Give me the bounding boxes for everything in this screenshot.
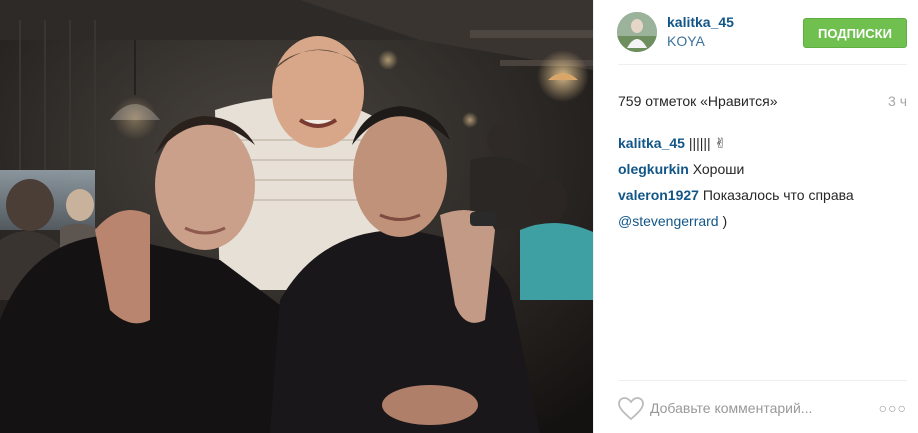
comment-text: Показалось что справа (702, 187, 854, 203)
avatar[interactable] (617, 12, 657, 52)
post-photo[interactable] (0, 0, 593, 433)
comment-item: olegkurkin Хороши (618, 156, 907, 182)
header-divider (618, 64, 907, 65)
comments-list: kalitka_45 |||||| ✌ olegkurkin Хороши va… (618, 130, 907, 234)
footer-divider (618, 380, 907, 381)
post-view: kalitka_45 KOYA ПОДПИСКИ 759 отметок «Нр… (0, 0, 918, 433)
likes-row: 759 отметок «Нравится» 3 ч (618, 93, 907, 109)
caption: kalitka_45 |||||| ✌ (618, 130, 907, 156)
add-comment-input[interactable]: Добавьте комментарий... (650, 400, 812, 416)
photo-illustration (0, 0, 593, 433)
more-options-icon[interactable]: ○○○ (879, 400, 907, 416)
comment-text: |||||| ✌ (688, 135, 727, 151)
comment-item: valeron1927 Показалось что справа @steve… (618, 182, 907, 234)
username-link[interactable]: kalitka_45 (667, 14, 734, 30)
location-link[interactable]: KOYA (667, 33, 705, 49)
post-header: kalitka_45 KOYA ПОДПИСКИ (594, 0, 918, 64)
comment-author[interactable]: kalitka_45 (618, 135, 685, 151)
comment-author[interactable]: olegkurkin (618, 161, 689, 177)
comment-text-tail: ) (718, 213, 728, 229)
comment-text: Хороши (692, 161, 745, 177)
add-comment-row: Добавьте комментарий... ○○○ (618, 396, 907, 422)
heart-outline-icon[interactable] (618, 397, 644, 421)
post-time[interactable]: 3 ч (888, 93, 907, 109)
likes-count[interactable]: 759 отметок «Нравится» (618, 93, 778, 109)
avatar-image (617, 12, 657, 52)
comment-author[interactable]: valeron1927 (618, 187, 699, 203)
post-sidebar: kalitka_45 KOYA ПОДПИСКИ 759 отметок «Нр… (593, 0, 918, 433)
mention-link[interactable]: @stevengerrard (618, 213, 719, 229)
follow-button[interactable]: ПОДПИСКИ (803, 18, 907, 48)
